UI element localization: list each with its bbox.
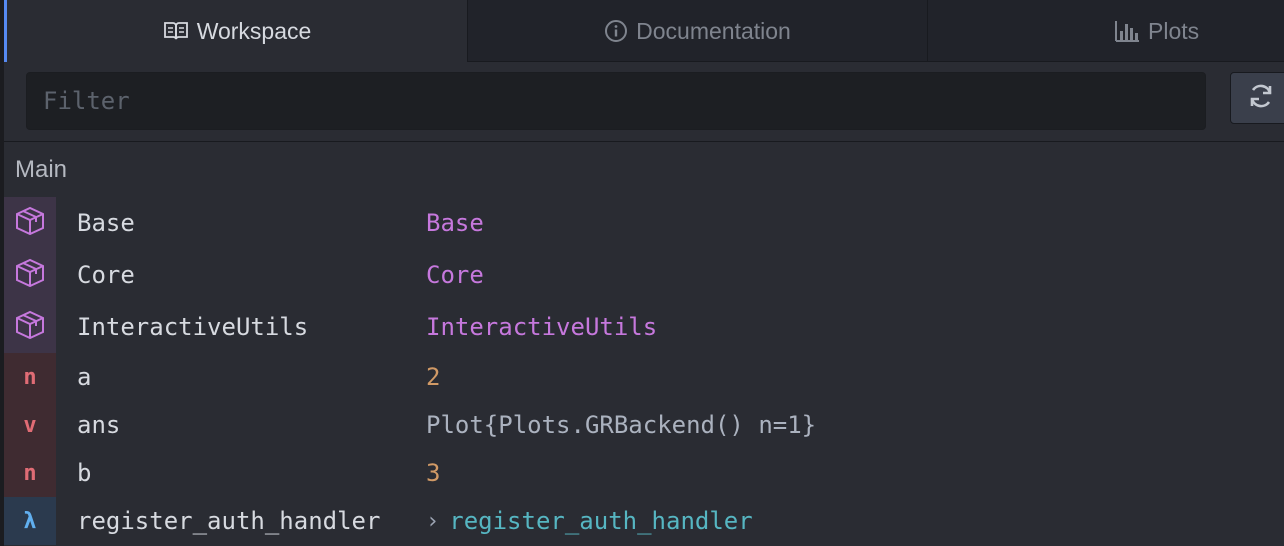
- variable-name: Core: [77, 261, 135, 289]
- list-item[interactable]: n b 3: [4, 449, 1284, 497]
- tab-workspace[interactable]: Workspace: [4, 0, 467, 62]
- tab-plots[interactable]: Plots: [927, 0, 1284, 62]
- variable-name: a: [77, 363, 92, 391]
- list-item[interactable]: v ans Plot{Plots.GRBackend() n=1}: [4, 401, 1284, 449]
- package-badge: [4, 249, 56, 301]
- package-badge: [4, 301, 56, 353]
- variable-name: Base: [77, 209, 135, 237]
- refresh-icon: [1247, 82, 1275, 115]
- list-item[interactable]: Core Core: [4, 249, 1284, 301]
- variable-name: ans: [77, 411, 121, 439]
- package-badge: [4, 197, 56, 249]
- variable-name: register_auth_handler: [77, 507, 381, 535]
- filter-input[interactable]: [26, 72, 1206, 130]
- list-item[interactable]: n a 2: [4, 353, 1284, 401]
- variable-value[interactable]: Plot{Plots.GRBackend() n=1}: [426, 411, 816, 439]
- variable-value[interactable]: Base: [426, 209, 484, 237]
- bar-chart-icon: [1114, 19, 1140, 43]
- list-item[interactable]: Base Base: [4, 197, 1284, 249]
- tab-documentation-label: Documentation: [636, 17, 791, 44]
- info-icon: [604, 19, 628, 43]
- variable-value[interactable]: 3: [426, 459, 440, 487]
- package-icon: [14, 309, 46, 345]
- type-badge: n: [4, 449, 56, 497]
- list-item[interactable]: λ register_auth_handler › register_auth_…: [4, 497, 1284, 545]
- book-icon: [163, 21, 189, 41]
- variable-name: b: [77, 459, 92, 487]
- function-value-label: register_auth_handler: [449, 507, 753, 535]
- variable-value[interactable]: Core: [426, 261, 484, 289]
- variable-value[interactable]: 2: [426, 363, 440, 391]
- filter-row: [4, 62, 1284, 142]
- package-icon: [14, 257, 46, 293]
- tab-documentation[interactable]: Documentation: [467, 0, 927, 62]
- section-title: Main: [15, 156, 68, 183]
- workspace-panel: Workspace Documentation Plots Filter Mai…: [0, 0, 1284, 546]
- chevron-right-icon[interactable]: ›: [426, 509, 439, 534]
- type-badge: v: [4, 401, 56, 449]
- type-badge: λ: [4, 497, 56, 545]
- variable-value[interactable]: InteractiveUtils: [426, 313, 657, 341]
- tab-plots-label: Plots: [1148, 17, 1200, 44]
- variable-list: Base Base Core Core InteractiveUtils Int…: [4, 197, 1284, 545]
- section-header-main[interactable]: Main: [4, 143, 1284, 197]
- list-item[interactable]: InteractiveUtils InteractiveUtils: [4, 301, 1284, 353]
- type-badge: n: [4, 353, 56, 401]
- package-icon: [14, 205, 46, 241]
- tab-bar: Workspace Documentation Plots: [4, 0, 1284, 62]
- refresh-button[interactable]: [1230, 72, 1284, 124]
- variable-value[interactable]: › register_auth_handler: [426, 507, 753, 535]
- variable-name: InteractiveUtils: [77, 313, 309, 341]
- tab-workspace-label: Workspace: [196, 17, 312, 44]
